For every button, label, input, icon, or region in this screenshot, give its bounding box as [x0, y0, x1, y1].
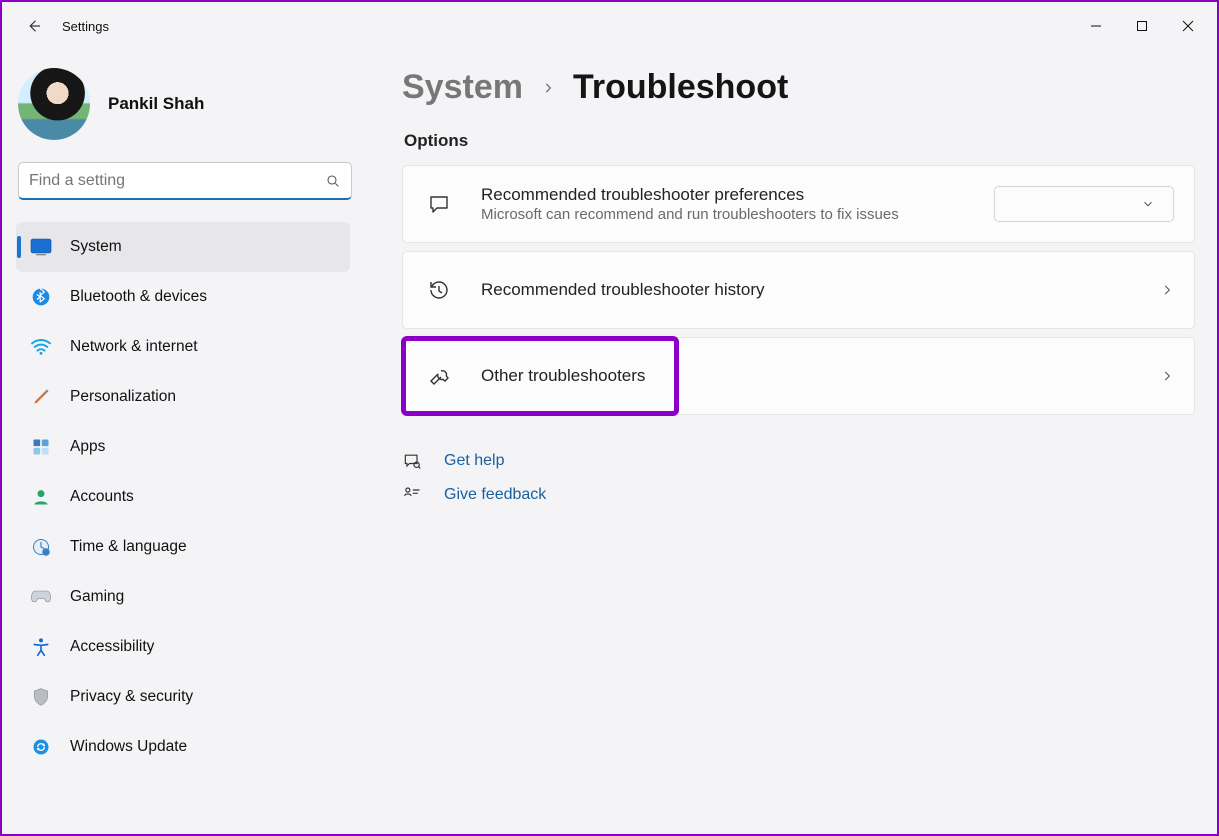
search-icon: [325, 173, 341, 189]
sidebar-item-windows-update[interactable]: Windows Update: [16, 722, 350, 772]
sidebar-item-label: Privacy & security: [70, 688, 193, 706]
accessibility-icon: [30, 636, 52, 658]
maximize-button[interactable]: [1119, 10, 1165, 42]
user-row[interactable]: Pankil Shah: [16, 58, 372, 158]
give-feedback-link[interactable]: Give feedback: [402, 485, 1195, 505]
sidebar-item-label: Personalization: [70, 388, 176, 406]
breadcrumb-parent[interactable]: System: [402, 68, 523, 107]
preferences-dropdown[interactable]: [994, 186, 1174, 222]
sidebar-item-time-language[interactable]: Time & language: [16, 522, 350, 572]
breadcrumb-current: Troubleshoot: [573, 68, 788, 107]
chevron-right-icon: [1160, 283, 1174, 297]
card-other-troubleshooters[interactable]: Other troubleshooters: [402, 337, 1195, 415]
sidebar: Pankil Shah System: [2, 50, 372, 834]
search-box[interactable]: [18, 162, 352, 200]
system-icon: [30, 236, 52, 258]
minimize-button[interactable]: [1073, 10, 1119, 42]
user-name: Pankil Shah: [108, 94, 204, 114]
arrow-left-icon: [25, 17, 43, 35]
window-controls: [1073, 10, 1211, 42]
chat-bubble-icon: [425, 190, 453, 218]
chevron-right-icon: [1160, 369, 1174, 383]
wrench-icon: [425, 362, 453, 390]
shield-icon: [30, 686, 52, 708]
sidebar-item-label: Gaming: [70, 588, 124, 606]
clock-globe-icon: [30, 536, 52, 558]
gamepad-icon: [30, 586, 52, 608]
bluetooth-icon: [30, 286, 52, 308]
close-icon: [1182, 20, 1194, 32]
sidebar-item-label: Windows Update: [70, 738, 187, 756]
titlebar: Settings: [2, 2, 1217, 50]
sidebar-item-label: Bluetooth & devices: [70, 288, 207, 306]
sidebar-item-label: Apps: [70, 438, 105, 456]
sidebar-item-privacy[interactable]: Privacy & security: [16, 672, 350, 722]
get-help-link[interactable]: Get help: [402, 451, 1195, 471]
section-options-label: Options: [402, 125, 1195, 165]
back-button[interactable]: [16, 8, 52, 44]
sidebar-item-accounts[interactable]: Accounts: [16, 472, 350, 522]
card-title: Recommended troubleshooter history: [481, 280, 1160, 300]
card-subtitle: Microsoft can recommend and run troubles…: [481, 206, 994, 223]
chevron-down-icon: [1141, 197, 1155, 211]
paintbrush-icon: [30, 386, 52, 408]
help-icon: [402, 451, 422, 471]
settings-window: Settings Pankil Shah: [0, 0, 1219, 836]
sidebar-nav: System Bluetooth & devices Network & int…: [16, 212, 372, 772]
feedback-link-text: Give feedback: [444, 486, 546, 504]
close-button[interactable]: [1165, 10, 1211, 42]
sidebar-item-bluetooth[interactable]: Bluetooth & devices: [16, 272, 350, 322]
sidebar-item-label: Network & internet: [70, 338, 198, 356]
minimize-icon: [1090, 20, 1102, 32]
sidebar-item-apps[interactable]: Apps: [16, 422, 350, 472]
sidebar-item-label: Accessibility: [70, 638, 154, 656]
sidebar-item-label: System: [70, 238, 122, 256]
card-recommended-history[interactable]: Recommended troubleshooter history: [402, 251, 1195, 329]
main-content: System Troubleshoot Options Recommended …: [372, 50, 1217, 834]
help-links: Get help Give feedback: [402, 423, 1195, 505]
card-recommended-preferences[interactable]: Recommended troubleshooter preferences M…: [402, 165, 1195, 243]
update-icon: [30, 736, 52, 758]
sidebar-item-personalization[interactable]: Personalization: [16, 372, 350, 422]
person-icon: [30, 486, 52, 508]
search-input[interactable]: [29, 172, 325, 190]
sidebar-item-system[interactable]: System: [16, 222, 350, 272]
sidebar-item-network[interactable]: Network & internet: [16, 322, 350, 372]
window-title: Settings: [62, 19, 109, 34]
feedback-icon: [402, 485, 422, 505]
wifi-icon: [30, 336, 52, 358]
sidebar-item-gaming[interactable]: Gaming: [16, 572, 350, 622]
breadcrumb: System Troubleshoot: [402, 68, 1195, 125]
chevron-right-icon: [541, 81, 555, 95]
sidebar-item-label: Accounts: [70, 488, 134, 506]
card-title: Recommended troubleshooter preferences: [481, 185, 994, 205]
maximize-icon: [1136, 20, 1148, 32]
history-icon: [425, 276, 453, 304]
avatar: [18, 68, 90, 140]
card-title: Other troubleshooters: [481, 366, 1160, 386]
apps-icon: [30, 436, 52, 458]
sidebar-item-label: Time & language: [70, 538, 187, 556]
sidebar-item-accessibility[interactable]: Accessibility: [16, 622, 350, 672]
help-link-text: Get help: [444, 452, 504, 470]
